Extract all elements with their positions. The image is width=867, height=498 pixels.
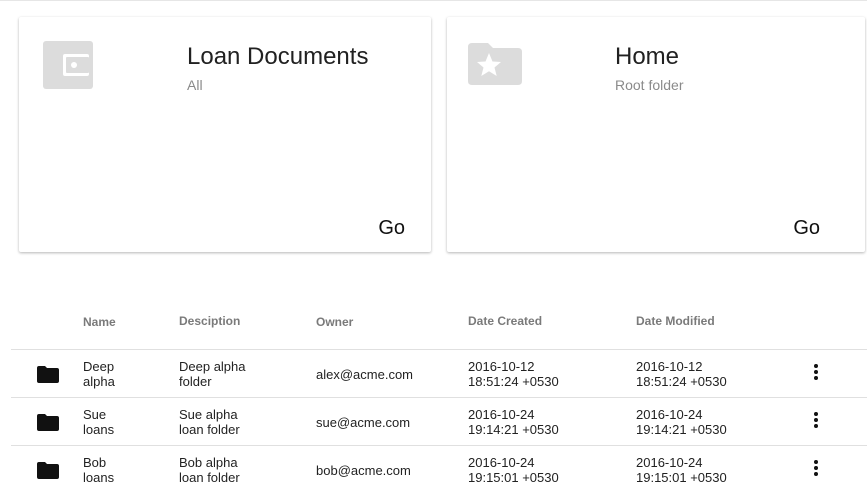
column-header-name[interactable]: Name (83, 315, 116, 329)
cell-name[interactable]: Bob loans (83, 455, 114, 485)
column-header-date-created[interactable]: Date Created (468, 314, 542, 328)
cell-description: Deep alpha folder (179, 359, 246, 389)
column-header-date-modified[interactable]: Date Modified (636, 314, 715, 328)
folder-star-icon (468, 41, 522, 90)
card-loan-documents: Loan Documents All Go (19, 17, 431, 252)
go-button[interactable]: Go (793, 217, 820, 240)
cell-owner: alex@acme.com (316, 367, 414, 382)
cell-date-created: 2016-10-24 19:14:21 +0530 (468, 407, 559, 437)
cell-date-modified: 2016-10-24 19:14:21 +0530 (636, 407, 727, 437)
column-header-owner[interactable]: Owner (316, 315, 353, 329)
cell-name[interactable]: Deep alpha (83, 359, 115, 389)
folder-icon (37, 414, 59, 436)
card-subtitle: All (187, 77, 203, 93)
card-home: Home Root folder Go (447, 17, 865, 252)
cell-date-created: 2016-10-24 19:15:01 +0530 (468, 455, 559, 485)
table-header: Name Desciption Owner Date Created Date … (0, 312, 867, 332)
cell-description: Bob alpha loan folder (179, 455, 240, 485)
more-vert-icon[interactable] (809, 460, 823, 480)
cell-owner: bob@acme.com (316, 463, 411, 478)
card-subtitle: Root folder (615, 77, 684, 93)
more-vert-icon[interactable] (809, 412, 823, 432)
go-button[interactable]: Go (378, 217, 405, 240)
table-row[interactable]: Bob loans Bob alpha loan folder bob@acme… (11, 445, 867, 494)
cell-date-created: 2016-10-12 18:51:24 +0530 (468, 359, 559, 389)
table-row[interactable]: Deep alpha Deep alpha folder alex@acme.c… (11, 349, 867, 398)
wallet-icon (43, 41, 93, 94)
cell-owner: sue@acme.com (316, 415, 411, 430)
cell-date-modified: 2016-10-24 19:15:01 +0530 (636, 455, 727, 485)
folder-icon (37, 366, 59, 388)
table-row[interactable]: Sue loans Sue alpha loan folder sue@acme… (11, 397, 867, 446)
top-divider (0, 0, 867, 1)
column-header-description[interactable]: Desciption (179, 314, 240, 328)
card-title: Loan Documents (187, 43, 369, 70)
card-title: Home (615, 43, 680, 70)
more-vert-icon[interactable] (809, 364, 823, 384)
cell-name[interactable]: Sue loans (83, 407, 114, 437)
folder-icon (37, 462, 59, 484)
cell-date-modified: 2016-10-12 18:51:24 +0530 (636, 359, 727, 389)
cell-description: Sue alpha loan folder (179, 407, 240, 437)
